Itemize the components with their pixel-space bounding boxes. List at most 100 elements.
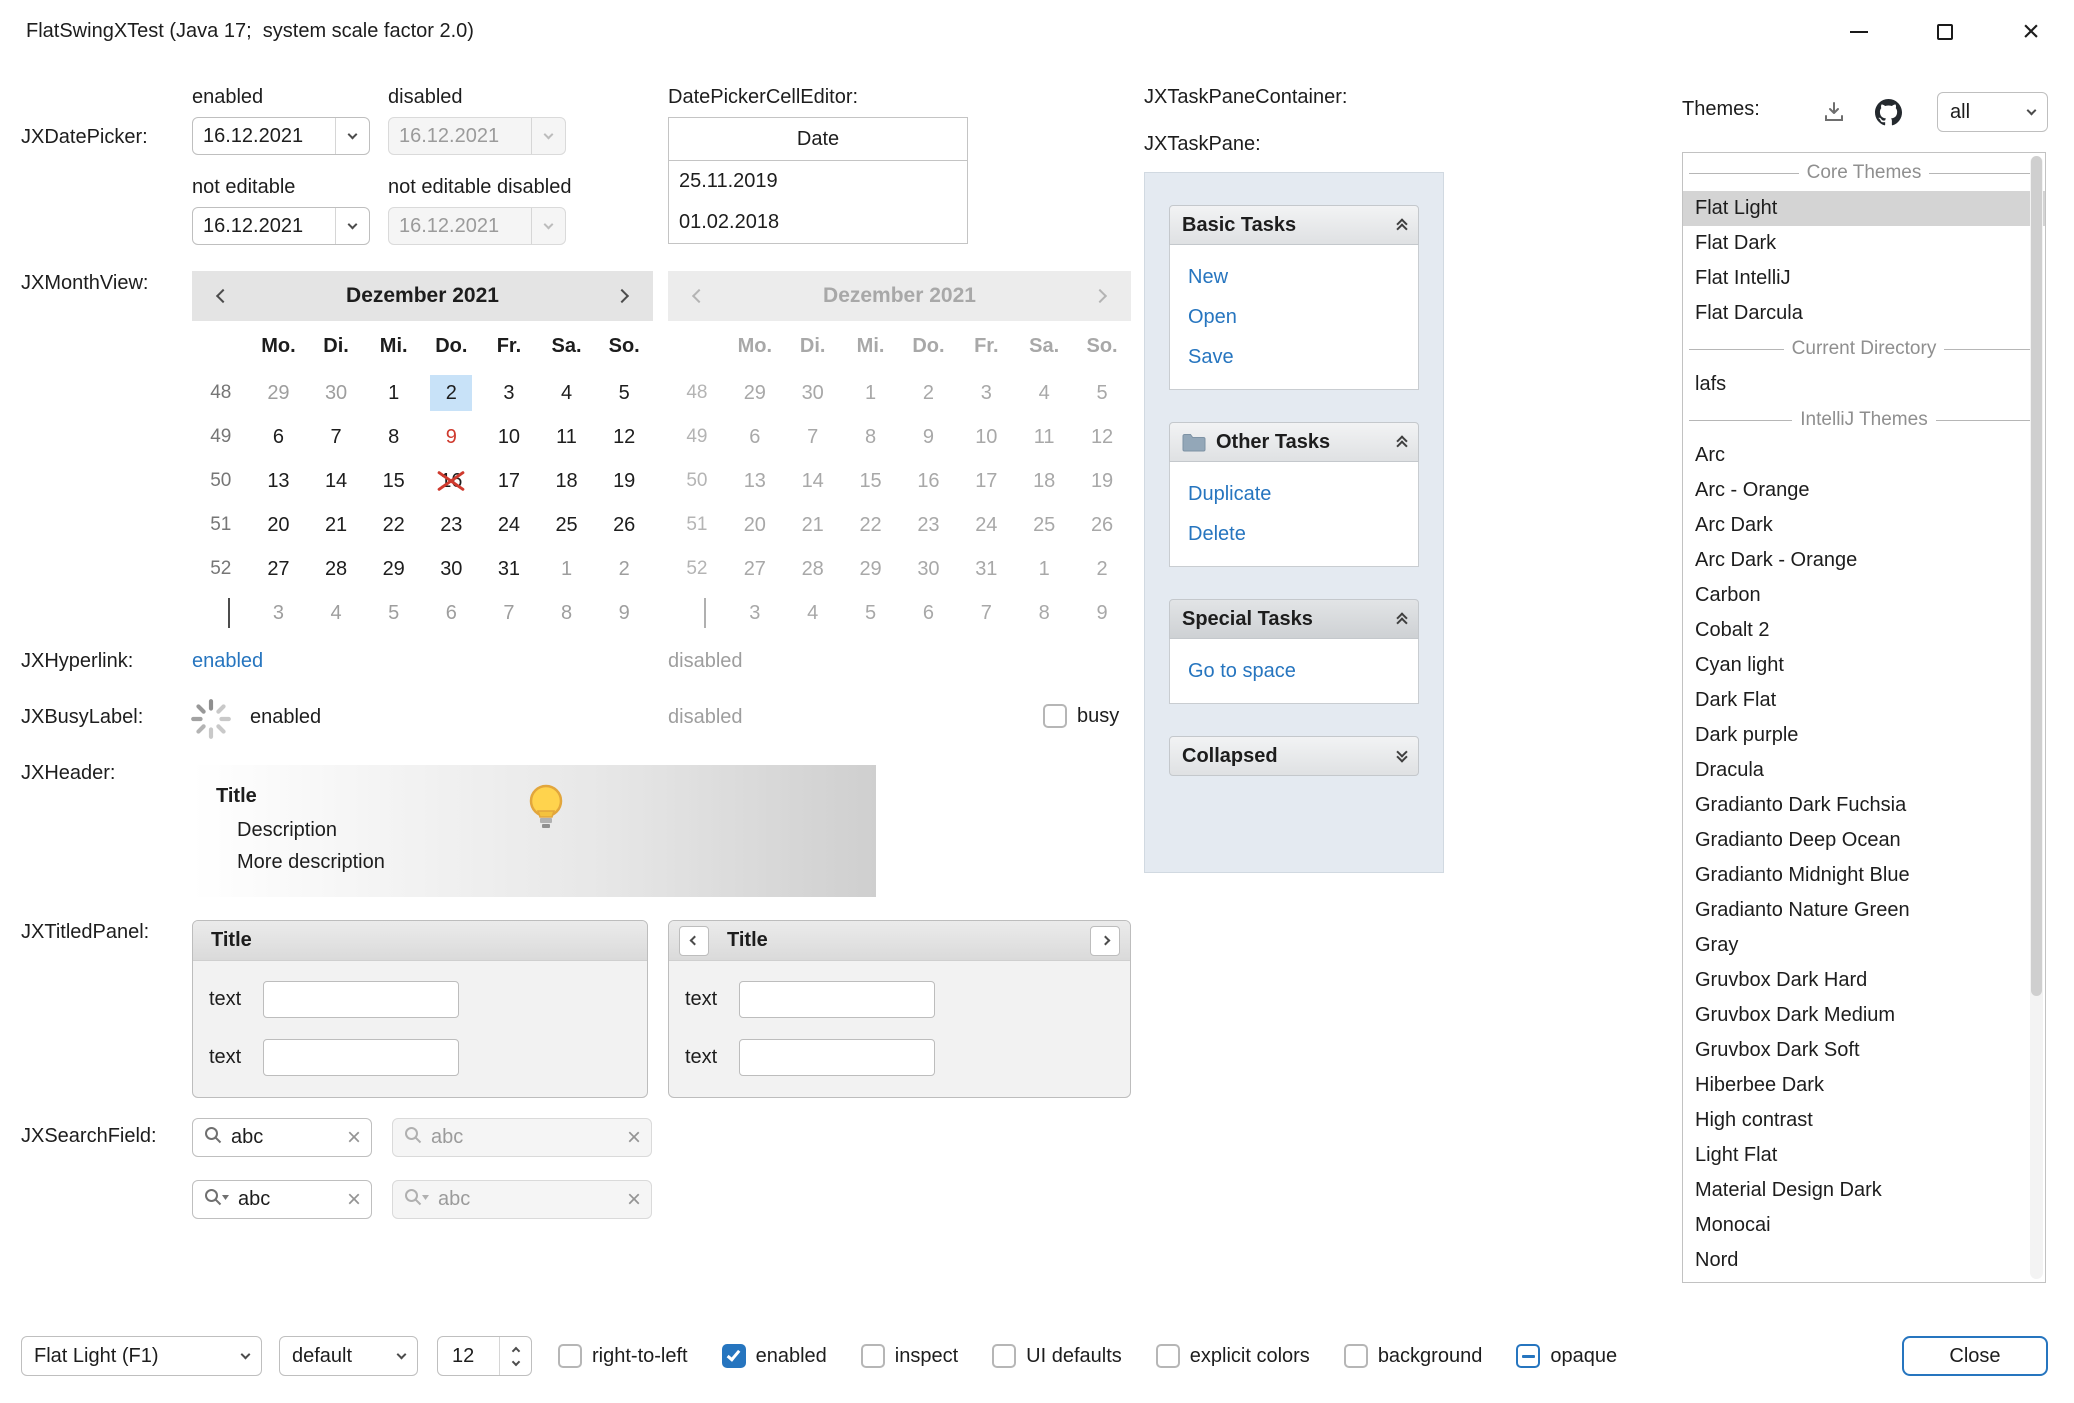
table-column-header[interactable]: Date <box>669 118 967 161</box>
checkbox-box[interactable] <box>558 1344 582 1368</box>
clear-icon[interactable]: × <box>347 1188 361 1212</box>
theme-item[interactable]: Gradianto Nature Green <box>1683 893 2045 928</box>
calendar-day[interactable]: 14 <box>307 459 365 503</box>
close-button[interactable]: Close <box>1902 1336 2048 1376</box>
calendar-day[interactable]: 9 <box>423 415 481 459</box>
theme-item[interactable]: Monocai <box>1683 1208 2045 1243</box>
theme-item[interactable]: Gradianto Deep Ocean <box>1683 823 2045 858</box>
calendar-day[interactable]: 6 <box>423 591 481 635</box>
calendar-day[interactable]: 12 <box>595 415 653 459</box>
theme-item[interactable]: Cobalt 2 <box>1683 613 2045 648</box>
calendar-day[interactable]: 26 <box>595 503 653 547</box>
titledpanel-next-button[interactable] <box>1090 926 1120 956</box>
datepicker-enabled[interactable]: 16.12.2021 <box>192 117 370 155</box>
checkbox-box[interactable] <box>1043 704 1067 728</box>
theme-item[interactable]: Dark Flat <box>1683 683 2045 718</box>
calendar-day[interactable]: 21 <box>307 503 365 547</box>
github-button[interactable] <box>1866 92 1910 132</box>
taskpane-header[interactable]: Collapsed <box>1169 736 1419 776</box>
font-size-spinner[interactable]: 12 <box>437 1336 532 1376</box>
calendar-day[interactable]: 29 <box>250 371 308 415</box>
theme-item[interactable]: Gradianto Dark Fuchsia <box>1683 788 2045 823</box>
taskpane-action-link[interactable]: Open <box>1188 300 1400 334</box>
spinner-buttons[interactable] <box>499 1337 531 1375</box>
search-input[interactable] <box>238 1188 339 1211</box>
themes-filter-combobox[interactable]: all <box>1937 92 2048 132</box>
calendar-day[interactable]: 8 <box>365 415 423 459</box>
calendar-day[interactable]: 3 <box>250 591 308 635</box>
theme-item[interactable]: Carbon <box>1683 578 2045 613</box>
checkbox-box[interactable] <box>1156 1344 1180 1368</box>
taskpane-header[interactable]: Special Tasks <box>1169 599 1419 639</box>
theme-item[interactable]: Dracula <box>1683 753 2045 788</box>
calendar-day[interactable]: 23 <box>423 503 481 547</box>
theme-item[interactable]: Arc <box>1683 438 2045 473</box>
maximize-button[interactable] <box>1902 0 1988 63</box>
calendar-day[interactable]: 1 <box>365 371 423 415</box>
close-window-button[interactable]: × <box>1988 0 2074 63</box>
checkbox-box[interactable] <box>1344 1344 1368 1368</box>
checkbox-inspect[interactable]: inspect <box>861 1344 958 1368</box>
theme-item[interactable]: Dark purple <box>1683 718 2045 753</box>
clear-icon[interactable]: × <box>347 1126 361 1150</box>
calendar-day[interactable]: 22 <box>365 503 423 547</box>
calendar-day[interactable]: 4 <box>538 371 596 415</box>
theme-item[interactable]: Gradianto Midnight Blue <box>1683 858 2045 893</box>
calendar-prev-button[interactable] <box>206 271 240 321</box>
theme-item[interactable]: lafs <box>1683 367 2045 402</box>
theme-item[interactable]: Light Flat <box>1683 1138 2045 1173</box>
themes-scrollbar-thumb[interactable] <box>2031 156 2042 996</box>
calendar-day[interactable]: 2 <box>423 371 481 415</box>
theme-item[interactable]: High contrast <box>1683 1103 2045 1138</box>
download-button[interactable] <box>1812 92 1856 132</box>
table-row[interactable]: 25.11.2019 <box>669 161 967 202</box>
text-field[interactable] <box>739 1039 935 1076</box>
theme-item[interactable]: Flat Dark <box>1683 226 2045 261</box>
search-field-with-menu[interactable]: × <box>192 1180 372 1219</box>
theme-item[interactable]: Flat IntelliJ <box>1683 261 2045 296</box>
taskpane-action-link[interactable]: Go to space <box>1188 654 1400 688</box>
table-row[interactable]: 01.02.2018 <box>669 202 967 243</box>
calendar-day[interactable]: 4 <box>307 591 365 635</box>
taskpane-action-link[interactable]: Duplicate <box>1188 477 1400 511</box>
calendar-day[interactable]: 11 <box>538 415 596 459</box>
calendar-day[interactable]: 25 <box>538 503 596 547</box>
checkbox-box[interactable] <box>861 1344 885 1368</box>
calendar-day[interactable]: 2 <box>595 547 653 591</box>
titledpanel-prev-button[interactable] <box>679 926 709 956</box>
theme-item[interactable]: Flat Light <box>1683 191 2045 226</box>
theme-item[interactable]: Hiberbee Dark <box>1683 1068 2045 1103</box>
text-field[interactable] <box>739 981 935 1018</box>
calendar-day[interactable]: 29 <box>365 547 423 591</box>
checkbox-explicit-colors[interactable]: explicit colors <box>1156 1344 1310 1368</box>
calendar-day[interactable]: 5 <box>365 591 423 635</box>
checkbox-background[interactable]: background <box>1344 1344 1483 1368</box>
datepicker-dropdown-button[interactable] <box>335 208 369 244</box>
taskpane-header[interactable]: Other Tasks <box>1169 422 1419 462</box>
taskpane-action-link[interactable]: New <box>1188 260 1400 294</box>
calendar-day[interactable]: 18 <box>538 459 596 503</box>
calendar-day[interactable]: 16 <box>423 459 481 503</box>
text-field[interactable] <box>263 981 459 1018</box>
theme-item[interactable]: Gruvbox Dark Medium <box>1683 998 2045 1033</box>
calendar-day[interactable]: 6 <box>250 415 308 459</box>
checkbox-box[interactable] <box>722 1344 746 1368</box>
checkbox-opaque[interactable]: opaque <box>1516 1344 1617 1368</box>
theme-item[interactable]: Arc - Orange <box>1683 473 2045 508</box>
search-field-enabled[interactable]: × <box>192 1118 372 1157</box>
checkbox-enabled[interactable]: enabled <box>722 1344 827 1368</box>
taskpane-action-link[interactable]: Save <box>1188 340 1400 374</box>
calendar-day[interactable]: 1 <box>538 547 596 591</box>
theme-item[interactable]: Cyan light <box>1683 648 2045 683</box>
text-field[interactable] <box>263 1039 459 1076</box>
calendar-next-button[interactable] <box>605 271 639 321</box>
minimize-button[interactable] <box>1816 0 1902 63</box>
calendar-day[interactable]: 17 <box>480 459 538 503</box>
theme-item[interactable]: Gruvbox Dark Soft <box>1683 1033 2045 1068</box>
calendar-day[interactable]: 15 <box>365 459 423 503</box>
datepicker-dropdown-button[interactable] <box>335 118 369 154</box>
theme-item[interactable]: Gray <box>1683 928 2045 963</box>
calendar-day[interactable]: 9 <box>595 591 653 635</box>
calendar-day[interactable]: 10 <box>480 415 538 459</box>
theme-item[interactable]: Arc Dark - Orange <box>1683 543 2045 578</box>
